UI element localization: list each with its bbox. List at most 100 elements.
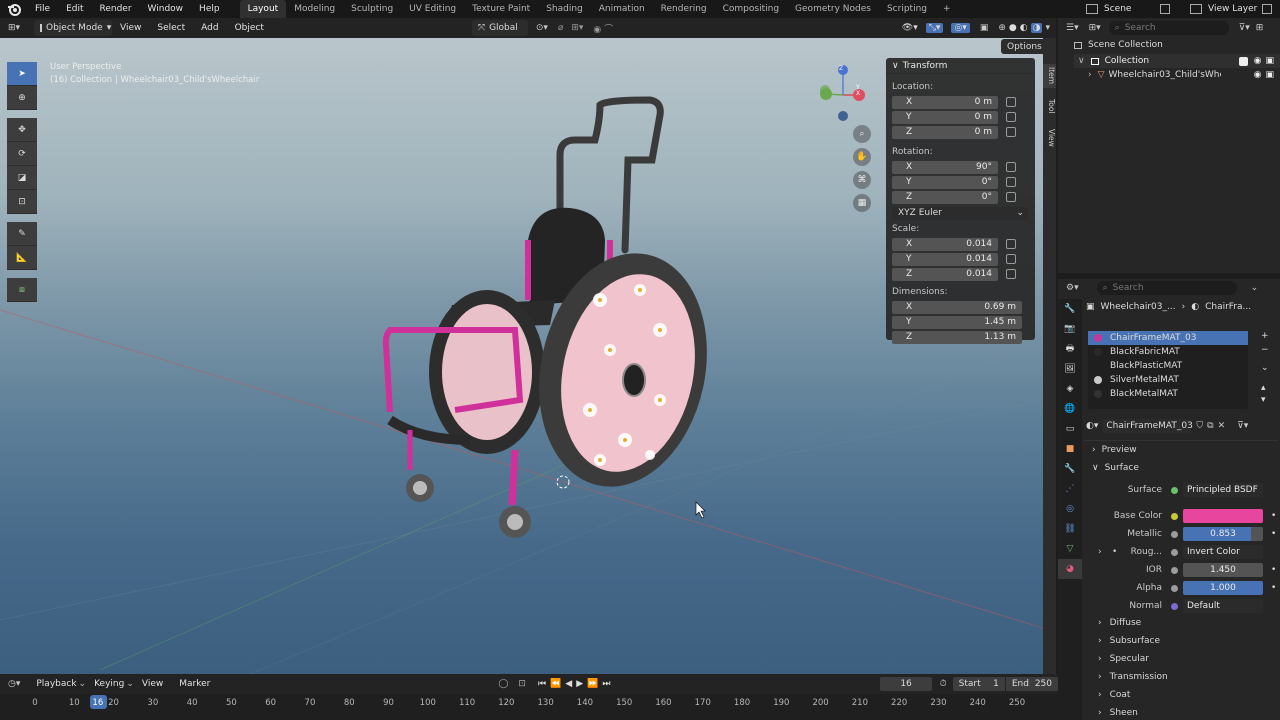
metallic-slider[interactable]: 0.853 <box>1183 527 1263 541</box>
roughness-link-field[interactable]: Invert Color <box>1183 545 1263 559</box>
base-color-swatch[interactable] <box>1183 509 1263 523</box>
menu-help[interactable]: Help <box>191 0 228 18</box>
keyframe-dot-icon[interactable]: • <box>1271 511 1276 521</box>
camera-icon[interactable]: ▣ <box>1265 56 1274 66</box>
jump-key-forward-icon[interactable]: ⏩ <box>587 679 598 689</box>
material-browse-icon[interactable]: ◐▾ <box>1086 421 1098 431</box>
surface-section[interactable]: ∨ Surface <box>1084 459 1278 477</box>
play-icon[interactable]: ▶ <box>576 679 583 689</box>
coat-section[interactable]: › Coat <box>1084 686 1278 704</box>
chevron-right-icon[interactable]: › <box>1098 547 1102 557</box>
sidebar-tab-tool[interactable]: Tool <box>1043 94 1056 118</box>
location-x-field[interactable]: X 0 m <box>892 95 998 109</box>
tab-particles-icon[interactable]: ⋰ <box>1058 479 1082 499</box>
subsurface-section[interactable]: › Subsurface <box>1084 632 1278 650</box>
tool-rotate[interactable]: ⟳ <box>7 142 37 166</box>
timeline-menu-playback[interactable]: Playback <box>28 675 84 693</box>
diffuse-section[interactable]: › Diffuse <box>1084 614 1278 632</box>
pan-hand-icon[interactable]: ✋ <box>853 148 871 166</box>
lock-icon[interactable] <box>1006 112 1016 122</box>
tab-modifier-icon[interactable]: 🔧 <box>1058 459 1082 479</box>
wheelchair-model[interactable] <box>382 96 728 538</box>
menu-edit[interactable]: Edit <box>58 0 91 18</box>
checkbox-icon[interactable] <box>1238 56 1248 66</box>
tab-view-layer-icon[interactable]: 🖼 <box>1058 359 1082 379</box>
chevron-down-icon[interactable]: ⌄ <box>1251 283 1259 293</box>
tool-move[interactable]: ✥ <box>7 118 37 142</box>
display-mode-icon[interactable]: ⊞▾ <box>1089 23 1101 33</box>
scale-x-field[interactable]: X 0.014 <box>892 237 998 251</box>
outliner-collection-row[interactable]: ∨ Collection ◉ ▣ <box>1074 54 1280 68</box>
lock-icon[interactable] <box>1006 162 1016 172</box>
tab-material-icon[interactable]: ◕ <box>1058 559 1082 579</box>
chevron-right-icon[interactable]: › <box>1088 70 1092 80</box>
tool-transform[interactable]: ⊡ <box>7 190 37 214</box>
new-scene-icon[interactable] <box>1160 4 1170 14</box>
rotation-x-field[interactable]: X 90° <box>892 160 998 174</box>
zoom-icon[interactable]: ⌕ <box>853 125 871 143</box>
tool-add-cube[interactable]: ⧈ <box>7 278 37 302</box>
scale-y-field[interactable]: Y 0.014 <box>892 252 998 266</box>
tool-select-box[interactable]: ➤ <box>7 62 37 86</box>
filter-icon[interactable]: ⊽▾ <box>1239 23 1250 33</box>
material-slot-item[interactable]: BlackMetalMAT <box>1088 387 1248 401</box>
tab-compositing[interactable]: Compositing <box>715 0 787 18</box>
chevron-down-icon[interactable]: ∨ <box>892 61 899 71</box>
material-slot-item[interactable]: BlackPlasticMAT <box>1088 359 1248 373</box>
transform-orientation-dropdown[interactable]: ⤧ Global <box>471 20 528 36</box>
tab-animation[interactable]: Animation <box>591 0 653 18</box>
dimensions-z-field[interactable]: Z 1.13 m <box>892 330 1022 344</box>
timeline-menu-marker[interactable]: Marker <box>171 675 218 693</box>
tool-cursor[interactable]: ⊕ <box>7 86 37 110</box>
outliner-object-row[interactable]: › ▽ Wheelchair03_Child'sWheel ◉ ▣ <box>1088 68 1280 82</box>
lock-icon[interactable] <box>1006 192 1016 202</box>
snap-icon[interactable]: ⌀ <box>558 23 563 33</box>
filter-icon[interactable]: ⊽▾ <box>1237 421 1248 431</box>
jump-key-back-icon[interactable]: ⏪ <box>550 679 561 689</box>
clock-icon[interactable]: ⏱ <box>940 679 947 689</box>
properties-search-input[interactable]: ⌕ Search <box>1096 281 1237 295</box>
keyframe-dot-icon[interactable]: • <box>1271 583 1276 593</box>
shading-rendered-icon[interactable]: ◑ <box>1030 23 1043 33</box>
play-reverse-icon[interactable]: ◀ <box>565 679 572 689</box>
move-slot-up-icon[interactable]: ▴ <box>1261 383 1266 393</box>
shading-options-icon[interactable]: ▾ <box>1045 23 1050 33</box>
dimensions-x-field[interactable]: X 0.69 m <box>892 300 1022 314</box>
eye-icon[interactable]: ◉ <box>1254 70 1262 80</box>
lock-icon[interactable] <box>1006 269 1016 279</box>
tab-object-icon[interactable]: ■ <box>1058 439 1082 459</box>
keyframe-dot-icon[interactable]: • <box>1271 565 1276 575</box>
keyframe-dot-icon[interactable]: • <box>1271 529 1276 539</box>
visibility-icon[interactable]: 👁▾ <box>902 23 918 33</box>
tab-scripting[interactable]: Scripting <box>879 0 935 18</box>
lock-icon[interactable] <box>1006 239 1016 249</box>
auto-keying-icon[interactable]: ◯ <box>498 679 508 689</box>
tab-texture-paint[interactable]: Texture Paint <box>464 0 538 18</box>
mode-selector[interactable]: Object Mode ▾ <box>34 20 112 36</box>
view-layer-name[interactable]: View Layer <box>1208 4 1262 14</box>
menu-window[interactable]: Window <box>140 0 192 18</box>
slot-menu-icon[interactable]: ⌄ <box>1261 363 1269 373</box>
tab-collection-icon[interactable]: ▭ <box>1058 419 1082 439</box>
tab-render-icon[interactable]: 📷 <box>1058 319 1082 339</box>
material-slot-item[interactable]: ChairFrameMAT_03 <box>1088 331 1248 345</box>
tab-physics-icon[interactable]: ◎ <box>1058 499 1082 519</box>
sidebar-tab-view[interactable]: View <box>1043 126 1056 150</box>
tab-data-icon[interactable]: ▽ <box>1058 539 1082 559</box>
tool-annotate[interactable]: ✎ <box>7 222 37 246</box>
specular-section[interactable]: › Specular <box>1084 650 1278 668</box>
tab-geometry-nodes[interactable]: Geometry Nodes <box>787 0 879 18</box>
menu-render[interactable]: Render <box>92 0 140 18</box>
tool-scale[interactable]: ◪ <box>7 166 37 190</box>
tool-measure[interactable]: 📐 <box>7 246 37 270</box>
material-name-field[interactable]: ChairFrameMAT_03 <box>1102 419 1193 433</box>
add-workspace-button[interactable]: + <box>935 0 959 18</box>
location-z-field[interactable]: Z 0 m <box>892 125 998 139</box>
camera-icon[interactable]: ▣ <box>1265 70 1274 80</box>
snap-target-icon[interactable]: ⊞▾ <box>571 23 583 33</box>
overlay-toggle-icon[interactable]: ◎▾ <box>951 23 970 33</box>
alpha-slider[interactable]: 1.000 <box>1183 581 1263 595</box>
start-frame-field[interactable]: Start 1 <box>952 677 1005 691</box>
unlink-icon[interactable]: ✕ <box>1218 421 1226 431</box>
fake-user-icon[interactable]: ⛉ <box>1196 421 1203 431</box>
